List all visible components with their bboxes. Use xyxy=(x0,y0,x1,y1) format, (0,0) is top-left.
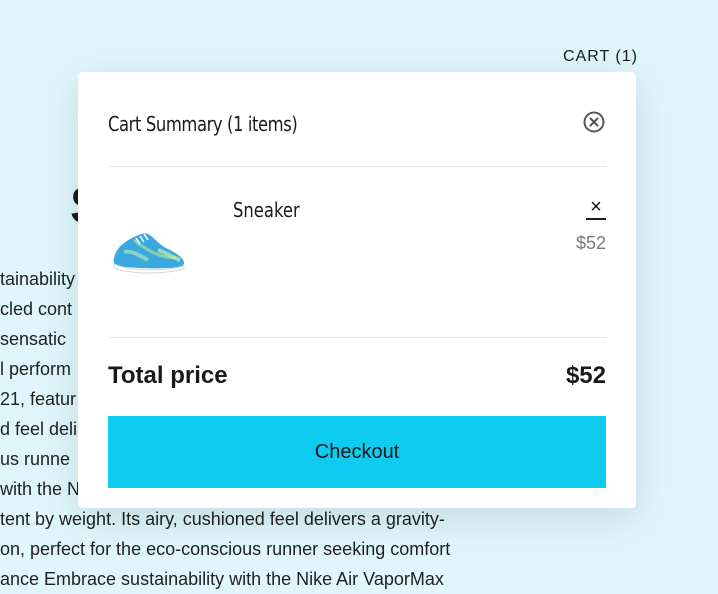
description-line: l perform xyxy=(0,359,72,379)
remove-item-button[interactable]: × xyxy=(586,196,606,220)
total-price-value: $52 xyxy=(565,362,606,389)
description-line: with the N xyxy=(0,479,81,499)
header-divider xyxy=(108,166,606,167)
checkout-button[interactable]: Checkout xyxy=(108,416,606,488)
cart-summary-title: Cart Summary (1 items) xyxy=(108,112,298,136)
items-divider xyxy=(108,337,606,338)
description-line: cled cont xyxy=(0,299,73,319)
sneaker-image xyxy=(110,222,188,282)
cart-item-price: $52 xyxy=(575,233,606,253)
description-line: tent by weight. Its airy, cushioned feel… xyxy=(0,509,445,529)
close-icon: × xyxy=(590,196,602,218)
description-line: 21, featur xyxy=(0,389,77,409)
description-line: on, perfect for the eco-conscious runner… xyxy=(0,539,451,559)
cart-summary-modal: Cart Summary (1 items) Sneaker × $52 Tot… xyxy=(78,72,636,508)
description-line: d feel deli xyxy=(0,419,78,439)
remove-underline xyxy=(586,218,606,220)
total-price-label: Total price xyxy=(108,362,228,389)
description-line: sensatic xyxy=(0,329,67,349)
description-line: ance Embrace sustainability with the Nik… xyxy=(0,569,444,589)
cart-item-name: Sneaker xyxy=(233,198,300,222)
description-line: us runne xyxy=(0,449,71,469)
description-line: tainability xyxy=(0,269,76,289)
close-circle-icon[interactable] xyxy=(583,111,605,133)
